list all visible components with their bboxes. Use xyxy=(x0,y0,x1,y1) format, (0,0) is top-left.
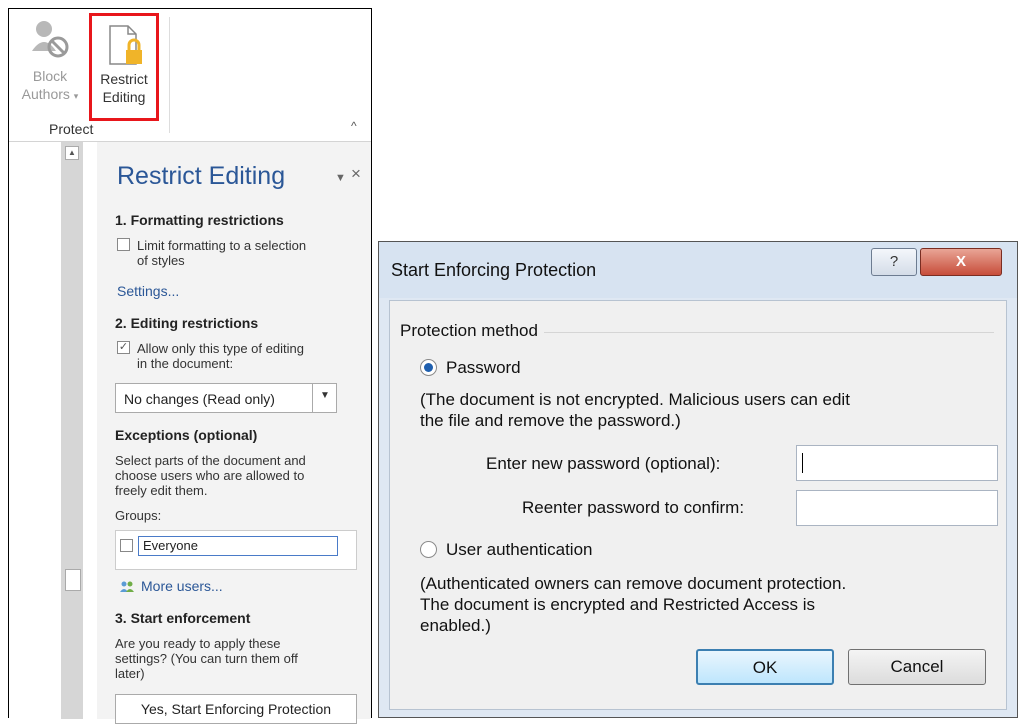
word-window: Block Authors ▾ Restrict Editing Protect… xyxy=(8,8,372,724)
user-authentication-radio[interactable] xyxy=(420,541,437,558)
ok-button[interactable]: OK xyxy=(696,649,834,685)
password-note: (The document is not encrypted. Maliciou… xyxy=(420,389,850,431)
new-password-label: Enter new password (optional): xyxy=(486,454,721,473)
restrict-editing-button[interactable]: Restrict Editing xyxy=(89,13,159,121)
exceptions-text-1: Select parts of the document and xyxy=(115,453,306,468)
groups-label: Groups: xyxy=(115,508,162,523)
start-enforcing-button[interactable]: Yes, Start Enforcing Protection xyxy=(115,694,357,724)
dialog-body: Protection method Password (The document… xyxy=(389,300,1007,710)
pane-options-icon[interactable]: ▼ xyxy=(335,172,346,184)
user-authentication-label[interactable]: User authentication xyxy=(446,539,592,560)
help-button[interactable]: ? xyxy=(871,248,917,276)
limit-formatting-text-1: Limit formatting to a selection xyxy=(137,238,307,253)
ready-text-2: settings? (You can turn them off xyxy=(115,651,298,666)
block-authors-button[interactable]: Block Authors ▾ xyxy=(15,17,85,105)
ready-text-1: Are you ready to apply these xyxy=(115,636,281,651)
new-password-input[interactable] xyxy=(796,445,998,481)
block-authors-label-1: Block xyxy=(32,68,68,84)
text-caret xyxy=(802,453,803,473)
ribbon: Block Authors ▾ Restrict Editing Protect… xyxy=(9,9,371,142)
more-users-link[interactable]: More users... xyxy=(141,578,223,594)
allow-only-label: Allow only this type of editing in the d… xyxy=(137,341,304,371)
close-icon[interactable]: × xyxy=(351,164,361,184)
chevron-down-icon: ▾ xyxy=(73,91,79,101)
everyone-checkbox[interactable] xyxy=(120,539,133,552)
exceptions-text-3: freely edit them. xyxy=(115,483,208,498)
block-authors-icon xyxy=(32,21,69,58)
everyone-item[interactable]: Everyone xyxy=(138,536,338,556)
block-authors-label-2: Authors ▾ xyxy=(15,85,85,105)
reenter-password-label: Reenter password to confirm: xyxy=(522,498,745,517)
auth-note-1: (Authenticated owners can remove documen… xyxy=(420,574,847,593)
editing-restrictions-heading: 2. Editing restrictions xyxy=(115,315,259,331)
password-note-1: (The document is not encrypted. Maliciou… xyxy=(420,390,850,409)
password-option-label[interactable]: Password xyxy=(446,357,521,378)
exceptions-text-2: choose users who are allowed to xyxy=(115,468,305,483)
exceptions-heading: Exceptions (optional) xyxy=(115,427,258,443)
groups-list: Everyone xyxy=(115,530,357,570)
allow-only-text-2: in the document: xyxy=(137,356,234,371)
close-icon: X xyxy=(955,253,966,270)
block-authors-label-2-text: Authors xyxy=(21,86,70,102)
auth-note-3: enabled.) xyxy=(420,616,491,635)
settings-link[interactable]: Settings... xyxy=(117,283,179,299)
scroll-up-icon[interactable]: ▲ xyxy=(65,146,79,160)
protection-method-label: Protection method xyxy=(400,321,544,341)
allow-only-text-1: Allow only this type of editing xyxy=(137,341,304,356)
restrict-editing-label-2: Editing xyxy=(102,89,146,105)
cancel-button[interactable]: Cancel xyxy=(848,649,986,685)
formatting-restrictions-heading: 1. Formatting restrictions xyxy=(115,212,284,228)
allow-only-checkbox[interactable]: ✓ xyxy=(117,341,130,354)
users-icon xyxy=(120,581,134,592)
dialog-title: Start Enforcing Protection xyxy=(391,260,597,280)
editing-type-value: No changes (Read only) xyxy=(124,391,275,407)
limit-formatting-label: Limit formatting to a selection of style… xyxy=(137,238,306,268)
dropdown-separator xyxy=(312,384,313,412)
chevron-down-icon: ▼ xyxy=(320,390,330,401)
group-separator xyxy=(169,17,170,133)
editing-type-dropdown[interactable]: No changes (Read only) ▼ xyxy=(115,383,337,413)
restrict-editing-icon xyxy=(109,25,142,65)
pane-title: Restrict Editing xyxy=(117,162,286,190)
auth-note-2: The document is encrypted and Restricted… xyxy=(420,595,815,614)
reenter-password-input[interactable] xyxy=(796,490,998,526)
collapse-ribbon-icon[interactable]: ^ xyxy=(351,119,357,133)
start-enforcing-dialog: Start Enforcing Protection ? X Protectio… xyxy=(378,241,1018,718)
ready-text: Are you ready to apply these settings? (… xyxy=(115,636,298,681)
vertical-scrollbar[interactable] xyxy=(61,142,83,719)
password-note-2: the file and remove the password.) xyxy=(420,411,681,430)
start-enforcement-heading: 3. Start enforcement xyxy=(115,610,251,626)
restrict-editing-label-1: Restrict xyxy=(100,71,148,87)
exceptions-text: Select parts of the document and choose … xyxy=(115,453,306,498)
restrict-editing-pane: Restrict Editing ▼ × 1. Formatting restr… xyxy=(97,142,371,724)
scrollbar-thumb[interactable] xyxy=(65,569,81,591)
ready-text-3: later) xyxy=(115,666,145,681)
limit-formatting-text-2: of styles xyxy=(137,253,185,268)
password-radio[interactable] xyxy=(420,359,437,376)
limit-formatting-checkbox[interactable] xyxy=(117,238,130,251)
help-icon: ? xyxy=(889,253,899,270)
dialog-titlebar[interactable]: Start Enforcing Protection ? X xyxy=(379,242,1017,298)
close-button[interactable]: X xyxy=(920,248,1002,276)
auth-note: (Authenticated owners can remove documen… xyxy=(420,573,846,636)
protect-group-label: Protect xyxy=(49,121,94,137)
